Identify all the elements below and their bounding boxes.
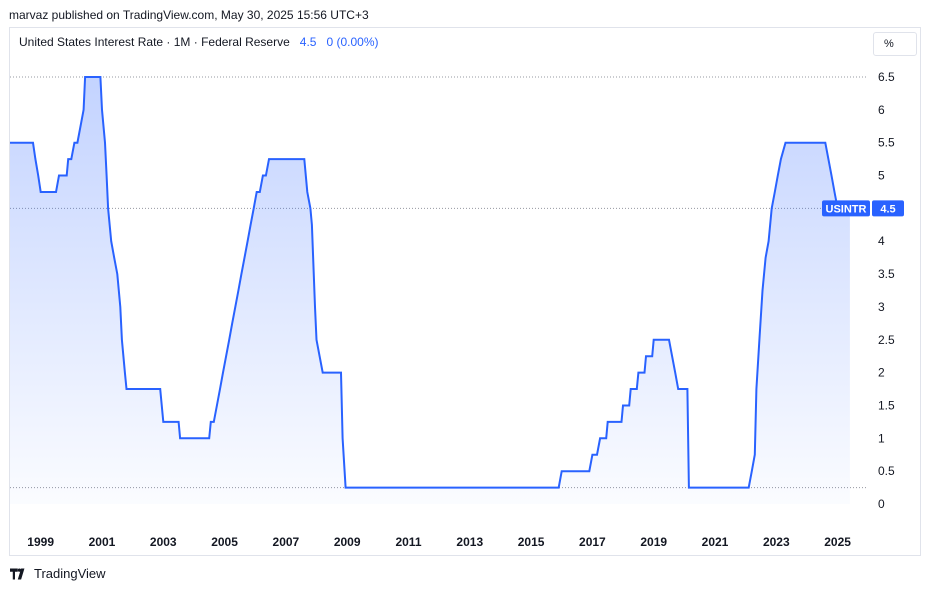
brand-name: TradingView (34, 566, 106, 581)
interest-rate-chart: 6.5 6 5.5 5 4.5 4 3.5 3 2.5 2 1.5 1 0.5 0 1999 2001 200… (10, 70, 904, 549)
rate-area-fill (10, 77, 850, 504)
x-tick-label: 2023 (763, 535, 790, 549)
y-tick-label: 3 (878, 300, 885, 314)
x-tick-label: 2017 (579, 535, 606, 549)
symbol-label-text: USINTR (826, 203, 867, 215)
x-tick-label: 2003 (150, 535, 177, 549)
y-tick-label: 2 (878, 366, 885, 380)
x-tick-label: 2013 (456, 535, 483, 549)
x-tick-label: 2015 (518, 535, 545, 549)
tradingview-logo-icon (10, 567, 25, 580)
y-tick-label: 3.5 (878, 267, 895, 281)
x-tick-label: 2021 (702, 535, 729, 549)
footer-brand[interactable]: TradingView (10, 566, 106, 581)
price-label-value: 4.5 (880, 203, 895, 215)
x-tick-label: 2007 (273, 535, 300, 549)
y-tick-label: 6.5 (878, 70, 895, 84)
y-tick-label: 1 (878, 431, 885, 445)
x-tick-label: 2019 (640, 535, 667, 549)
x-tick-label: 2025 (824, 535, 851, 549)
y-tick-label: 4 (878, 234, 885, 248)
x-tick-label: 2001 (89, 535, 116, 549)
y-tick-label: 5.5 (878, 136, 895, 150)
y-tick-label: 0.5 (878, 464, 895, 478)
x-tick-label: 2005 (211, 535, 238, 549)
x-tick-label: 1999 (27, 535, 54, 549)
y-tick-label: 0 (878, 497, 885, 511)
y-tick-label: 1.5 (878, 398, 895, 412)
x-tick-label: 2011 (395, 535, 421, 549)
y-tick-label: 6 (878, 103, 885, 117)
y-tick-label: 5 (878, 169, 885, 183)
x-tick-label: 2009 (334, 535, 361, 549)
y-tick-label: 2.5 (878, 333, 895, 347)
